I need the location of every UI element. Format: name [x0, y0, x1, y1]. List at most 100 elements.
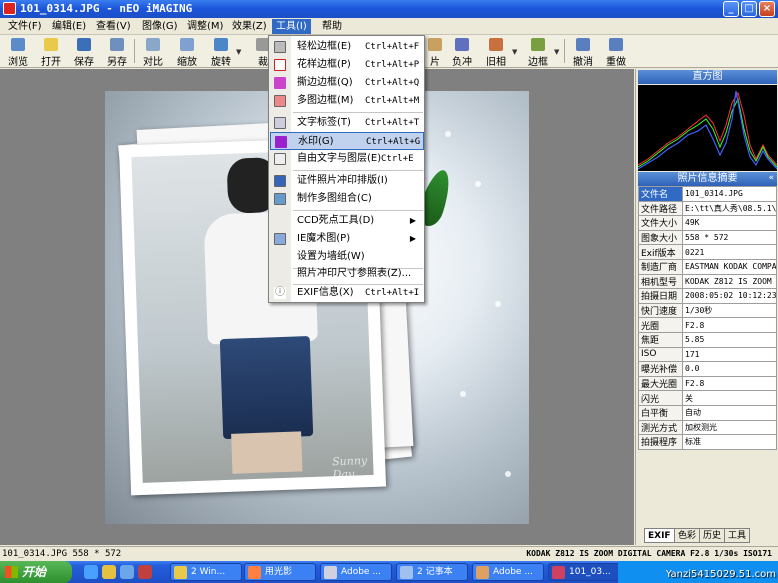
table-row[interactable]: Exif版本 0221: [638, 244, 777, 260]
start-button[interactable]: 开始: [0, 561, 72, 583]
browse-button[interactable]: 浏览: [3, 37, 33, 68]
menu-item-text-label[interactable]: 文字标签(T) Ctrl+Alt+T: [270, 114, 424, 132]
table-row[interactable]: 闪光关: [638, 390, 777, 406]
menu-edit[interactable]: 编辑(E): [48, 19, 90, 34]
browse-icon: [11, 38, 25, 51]
info-summary-title: 照片信息摘要: [638, 172, 777, 186]
task-windows[interactable]: 2 Win...: [170, 563, 242, 581]
media-icon[interactable]: [138, 565, 152, 579]
task-adobe-1[interactable]: Adobe ...: [320, 563, 392, 581]
show-desktop-icon[interactable]: [120, 565, 134, 579]
rotate-dropdown-icon[interactable]: ▼: [236, 48, 241, 56]
histogram-graph: [638, 85, 777, 171]
save-button[interactable]: 保存: [69, 37, 99, 68]
folder-icon: [44, 38, 58, 51]
table-row[interactable]: 最大光圈 F2.8: [638, 375, 777, 392]
explorer-icon[interactable]: [102, 565, 116, 579]
adobe-icon: [324, 566, 337, 579]
adobe-icon: [476, 566, 489, 579]
table-row[interactable]: 光圈 F2.8: [638, 317, 777, 333]
person-legs: [231, 431, 303, 474]
task-photo[interactable]: 101_03...: [548, 563, 620, 581]
histogram-blue: [638, 90, 777, 170]
tools-dropdown-menu: 轻松边框(E) Ctrl+Alt+F 花样边框(P) Ctrl+Alt+P 撕边边框…: [268, 35, 425, 303]
table-row[interactable]: 制造厂商 EASTMAN KODAK COMPANY: [638, 258, 777, 275]
tab-color[interactable]: 色彩: [674, 528, 701, 543]
old-photo-button[interactable]: 旧相: [481, 37, 511, 68]
table-row[interactable]: 焦距 5.85: [638, 331, 777, 348]
menu-item-easy-border[interactable]: 轻松边框(E) Ctrl+Alt+F: [270, 38, 424, 56]
notepad-icon: [400, 566, 413, 579]
menu-item-print-size-reference[interactable]: 照片冲印尺寸参照表(Z)...: [270, 265, 424, 283]
menu-adjust[interactable]: 调整(M): [183, 19, 227, 34]
info-side-panel: 直方图 照片信息摘要 « 文件名 101_0314.JPG 文件路径 E:\tt\真…: [635, 69, 778, 545]
menu-item-id-photo-layout[interactable]: 证件照片冲印排版(I): [270, 172, 424, 190]
menu-image[interactable]: 图像(G): [138, 19, 182, 34]
tab-tools[interactable]: 工具: [724, 528, 751, 543]
table-row[interactable]: 相机型号KODAK Z812 IS ZOOM DIGITAL: [638, 273, 777, 290]
menu-item-multi-border[interactable]: 多图边框(M) Ctrl+Alt+M: [270, 92, 424, 110]
redo-button[interactable]: 重做: [601, 37, 631, 68]
menu-view[interactable]: 查看(V): [92, 19, 135, 34]
ie-magic-icon: [274, 233, 286, 245]
layer-icon: [274, 153, 286, 165]
tab-exif[interactable]: EXIF: [644, 528, 675, 543]
border-dropdown-icon[interactable]: ▼: [554, 48, 559, 56]
menu-effects[interactable]: 效果(Z): [228, 19, 271, 34]
menu-tools[interactable]: 工具(I): [272, 19, 311, 34]
toolbar-separator: [134, 39, 135, 63]
maximize-button[interactable]: □: [741, 1, 757, 17]
border-button[interactable]: 边框: [523, 37, 553, 68]
table-row[interactable]: 白平衡 自动: [638, 404, 777, 421]
table-row[interactable]: 图象大小 558 * 572: [638, 229, 777, 246]
table-row[interactable]: 快门速度 1/30秒: [638, 302, 777, 319]
task-notepad[interactable]: 2 记事本: [396, 563, 468, 581]
collapse-icon[interactable]: «: [768, 173, 774, 183]
menu-bar: 文件(F) 编辑(E) 查看(V) 图像(G) 调整(M) 效果(Z) 工具(I…: [0, 18, 778, 35]
table-row[interactable]: 曝光补偿 0.0: [638, 361, 777, 377]
close-button[interactable]: ×: [759, 1, 775, 17]
menu-item-exif-info[interactable]: ⓘ EXIF信息(X) Ctrl+Alt+I: [270, 284, 424, 302]
minimize-button[interactable]: _: [723, 1, 739, 17]
undo-button[interactable]: 撤消: [568, 37, 598, 68]
menu-item-ccd-dead-pixel[interactable]: CCD死点工具(D) ▶: [270, 212, 424, 230]
rotate-button[interactable]: 旋转: [206, 37, 236, 68]
menu-separator: [293, 210, 423, 211]
menu-item-torn-border[interactable]: 撕边边框(Q) Ctrl+Alt+Q: [270, 74, 424, 92]
menu-help[interactable]: 帮助: [318, 19, 346, 34]
cross-process-icon: [455, 38, 469, 51]
easy-border-icon: [274, 41, 286, 53]
menu-file[interactable]: 文件(F): [4, 19, 46, 34]
menu-item-multi-image-combo[interactable]: 制作多图组合(C): [270, 190, 424, 208]
save-icon: [77, 38, 91, 51]
task-neo-imaging[interactable]: 用光影: [244, 563, 316, 581]
table-row[interactable]: 文件大小 49K: [638, 215, 777, 231]
open-button[interactable]: 打开: [36, 37, 66, 68]
task-adobe-2[interactable]: Adobe ...: [472, 563, 544, 581]
ie-icon[interactable]: [84, 565, 98, 579]
menu-item-free-text-layer[interactable]: 自由文字与图层(E) Ctrl+E: [270, 150, 424, 168]
bokeh-dot: [495, 301, 501, 307]
table-row[interactable]: 拍摄程序 标准: [638, 434, 777, 450]
cross-process-button[interactable]: 负冲: [447, 37, 477, 68]
tab-history[interactable]: 历史: [699, 528, 726, 543]
menu-separator: [293, 170, 423, 171]
table-row[interactable]: 测光方式 加权测光: [638, 419, 777, 436]
menu-item-ie-magic[interactable]: IE魔术图(P) ▶: [270, 230, 424, 248]
table-row[interactable]: 文件路径 E:\tt\真人秀\08.5.1\: [638, 200, 777, 217]
table-row[interactable]: 文件名 101_0314.JPG: [638, 186, 777, 202]
zoom-button[interactable]: 缩放: [172, 37, 202, 68]
pattern-border-icon: [274, 59, 286, 71]
title-bar: 101_0314.JPG - nEO iMAGING _ □ ×: [0, 0, 778, 18]
bokeh-dot: [505, 471, 511, 477]
compare-button[interactable]: 对比: [138, 37, 168, 68]
old-photo-dropdown-icon[interactable]: ▼: [512, 48, 517, 56]
table-row[interactable]: ISO 171: [638, 346, 777, 363]
menu-item-watermark[interactable]: 水印(G) Ctrl+Alt+G: [270, 132, 424, 150]
menu-item-pattern-border[interactable]: 花样边框(P) Ctrl+Alt+P: [270, 56, 424, 74]
status-file-info: 101_0314.JPG 558 * 572: [2, 549, 122, 559]
save-as-button[interactable]: 另存: [102, 37, 132, 68]
person-jeans: [219, 336, 314, 440]
menu-item-set-wallpaper[interactable]: 设置为墙纸(W): [270, 248, 424, 266]
table-row[interactable]: 拍摄日期 2008:05:02 10:12:23: [638, 288, 777, 304]
